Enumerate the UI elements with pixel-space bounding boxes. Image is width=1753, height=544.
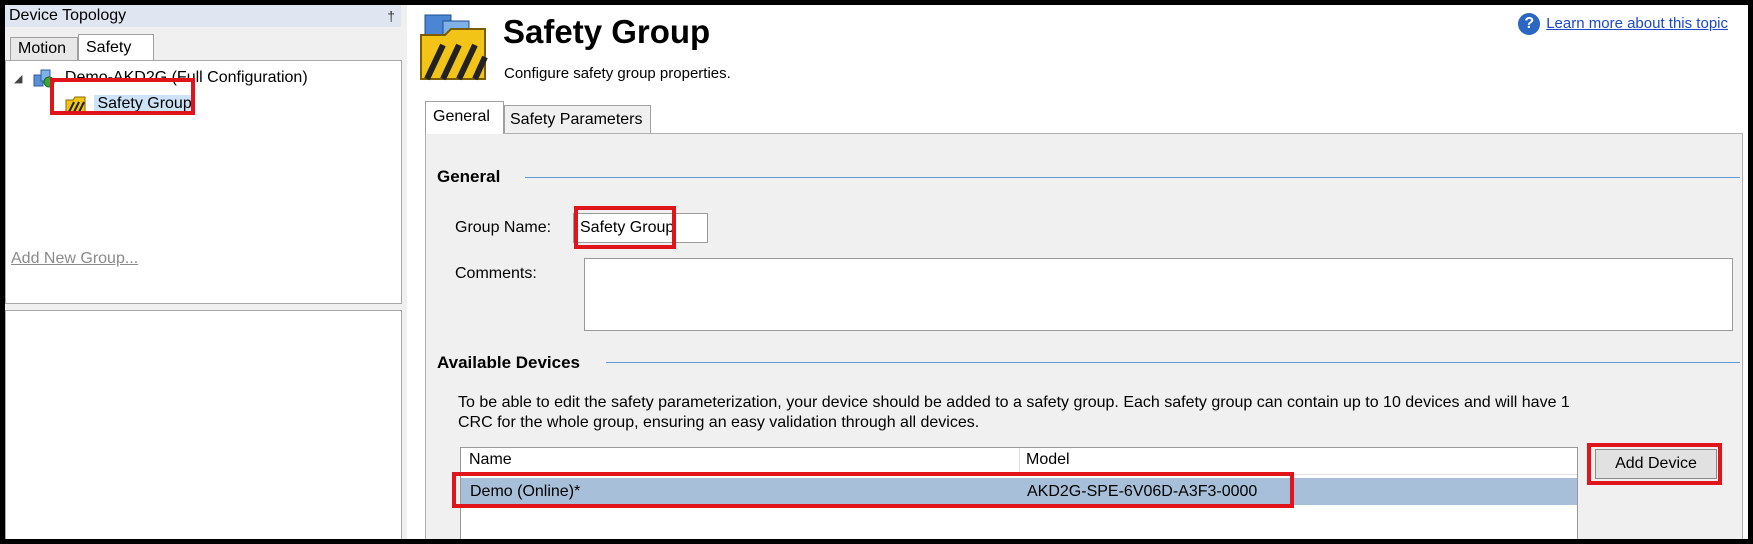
tab-general[interactable]: General [425,101,504,134]
expand-arrow-icon[interactable]: ◢ [14,68,28,90]
device-topology-panel: Device Topology † Motion Safety ◢ Demo-A… [5,5,407,539]
tree-item-device-label: Demo-AKD2G (Full Configuration) [64,69,308,87]
page-title: Safety Group [503,13,711,50]
add-new-group-link[interactable]: Add New Group... [11,250,138,268]
available-devices-description: To be able to edit the safety parameteri… [458,394,1570,431]
help-link[interactable]: ? Learn more about this topic [1518,13,1728,35]
tab-safety-parameters[interactable]: Safety Parameters [504,105,651,134]
column-header-model[interactable]: Model [1026,451,1070,469]
help-icon[interactable]: ? [1518,13,1541,35]
properties-panel [5,310,402,539]
device-icon [33,69,55,88]
safety-group-large-icon [420,14,488,81]
group-name-label: Group Name: [455,219,552,236]
header-divider [461,474,1577,475]
tab-safety[interactable]: Safety [78,34,154,61]
section-divider [525,177,1740,178]
add-device-button[interactable]: Add Device [1595,449,1717,479]
column-header-name[interactable]: Name [469,451,512,469]
cell-device-model: AKD2G-SPE-6V06D-A3F3-0000 [1027,483,1258,500]
group-name-input[interactable] [573,213,708,243]
safety-group-icon [65,96,86,113]
section-heading-general: General [437,167,501,186]
column-separator[interactable] [1019,448,1020,474]
main-content: Safety Group Configure safety group prop… [413,5,1748,539]
table-row[interactable]: Demo (Online)* AKD2G-SPE-6V06D-A3F3-0000 [461,478,1577,505]
help-link-label[interactable]: Learn more about this topic [1546,15,1728,32]
page-subtitle: Configure safety group properties. [504,65,731,82]
comments-label: Comments: [455,265,537,282]
device-tree: ◢ Demo-AKD2G (Full Configuration) Safety… [5,60,402,304]
cell-device-name: Demo (Online)* [470,483,581,500]
tree-item-safety-group[interactable]: Safety Group [65,93,195,115]
tree-item-device[interactable]: ◢ Demo-AKD2G (Full Configuration) [14,67,308,90]
tab-motion[interactable]: Motion [10,37,78,61]
section-divider [606,362,1740,363]
comments-textarea[interactable] [584,258,1733,331]
panel-title: Device Topology [9,7,127,24]
pin-icon[interactable]: † [387,5,395,27]
section-heading-available-devices: Available Devices [437,353,581,372]
window: Device Topology † Motion Safety ◢ Demo-A… [5,5,1748,539]
tree-item-safety-group-label: Safety Group [94,95,195,112]
devices-table: Name Model Demo (Online)* AKD2G-SPE-6V06… [460,447,1578,539]
panel-title-bar: Device Topology † [5,5,401,27]
